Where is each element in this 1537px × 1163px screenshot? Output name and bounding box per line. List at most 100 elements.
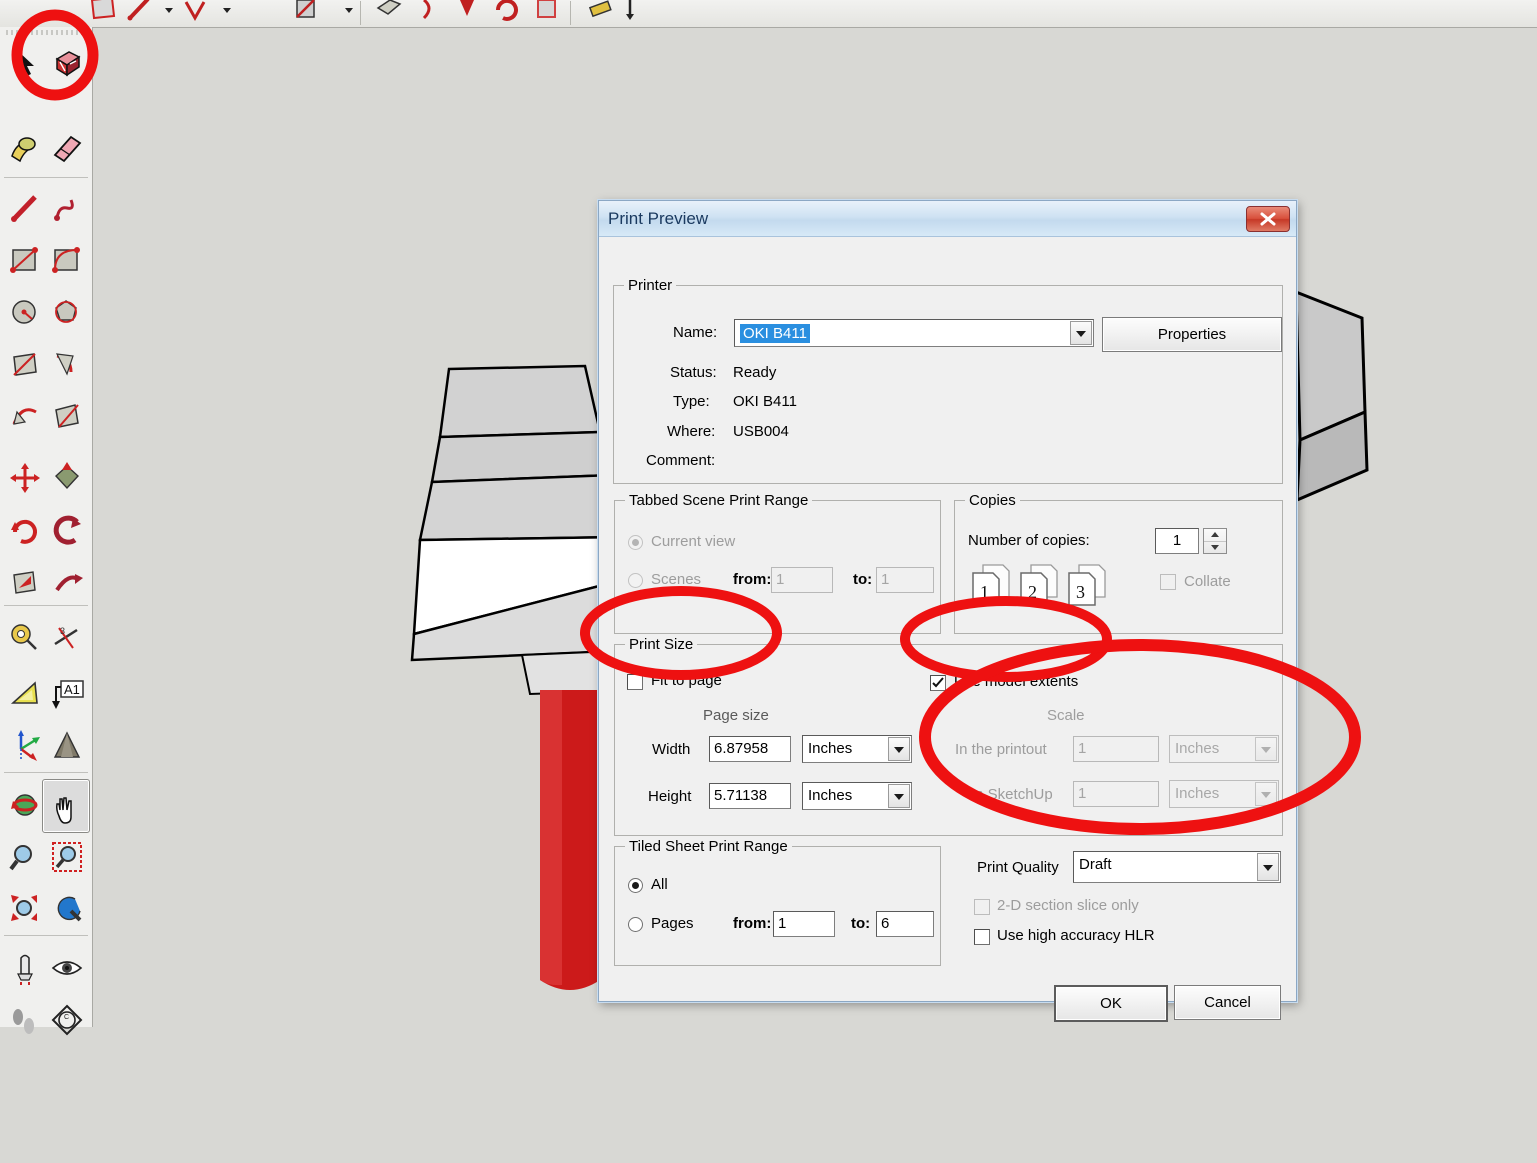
section-slice-checkbox[interactable] — [974, 899, 990, 915]
in-sketchup-input[interactable]: 1 — [1073, 781, 1159, 807]
push-pull-tool-icon[interactable] — [372, 0, 406, 26]
check-icon — [932, 677, 944, 688]
dialog-titlebar[interactable]: Print Preview — [599, 201, 1296, 237]
printer-name-combo[interactable]: OKI B411 — [734, 319, 1094, 347]
sidebar-item-pan-tool[interactable] — [42, 779, 90, 833]
close-icon[interactable] — [1246, 206, 1290, 232]
sidebar-item-previous-view-tool[interactable] — [44, 883, 90, 935]
radio-scenes[interactable] — [628, 573, 643, 588]
in-printout-input[interactable]: 1 — [1073, 736, 1159, 762]
sidebar-item-paint-bucket-tool[interactable] — [44, 37, 90, 89]
sidebar-item-look-around-tool[interactable] — [44, 942, 90, 994]
tiled-from-input[interactable]: 1 — [773, 911, 835, 937]
sidebar-item-dimension-tool[interactable]: 3 — [44, 612, 90, 664]
print-size-group-label: Print Size — [625, 636, 698, 653]
sidebar-item-axes-tool[interactable] — [2, 719, 48, 771]
sidebar-item-push-pull-red-tool[interactable] — [2, 556, 48, 608]
sidebar-item-line-tool[interactable] — [2, 182, 48, 234]
radio-pages-range[interactable] — [628, 917, 643, 932]
fit-to-page-checkbox[interactable] — [627, 674, 643, 690]
scale-tool-icon[interactable] — [530, 0, 564, 26]
number-of-copies-input[interactable]: 1 — [1155, 528, 1199, 554]
ok-button[interactable]: OK — [1054, 985, 1168, 1022]
chevron-down-icon[interactable] — [1255, 782, 1277, 806]
rectangle-tool-icon[interactable] — [86, 0, 120, 26]
sidebar-item-scale-red-tool[interactable] — [44, 556, 90, 608]
follow-me-tool-icon[interactable] — [450, 0, 484, 26]
sidebar-item-offset-tool[interactable] — [44, 338, 90, 390]
sidebar-item-scale-tool[interactable] — [44, 390, 90, 442]
chevron-down-icon[interactable] — [888, 784, 910, 808]
properties-button[interactable]: Properties — [1102, 317, 1282, 352]
toolbar-separator — [360, 1, 361, 25]
sidebar-item-follow-me-tool[interactable] — [2, 390, 48, 442]
chevron-down-icon[interactable] — [1257, 853, 1279, 881]
sidebar-item-protractor-tool[interactable] — [2, 667, 48, 719]
sidebar-item-3d-text-tool[interactable] — [44, 719, 90, 771]
chevron-down-icon[interactable] — [1070, 321, 1092, 345]
in-sketchup-units-combo[interactable]: Inches — [1169, 780, 1279, 808]
chevron-down-icon[interactable] — [1255, 737, 1277, 761]
copies-spinner[interactable] — [1203, 528, 1227, 554]
scenes-to-input[interactable]: 1 — [876, 567, 934, 593]
high-accuracy-hlr-checkbox[interactable] — [974, 929, 990, 945]
tiled-to-value: 6 — [881, 915, 890, 932]
spinner-down-icon[interactable] — [1204, 541, 1226, 553]
scale-icon — [47, 396, 87, 436]
sidebar-item-polygon-tool[interactable] — [44, 286, 90, 338]
sidebar-item-eraser-pink-tool[interactable] — [44, 122, 90, 174]
pages-range-label: Pages — [651, 915, 694, 932]
footprints-icon — [5, 1000, 45, 1040]
sidebar-item-move-tool[interactable] — [2, 452, 48, 504]
printer-where-value: USB004 — [733, 423, 789, 440]
collate-checkbox[interactable] — [1160, 574, 1176, 590]
chevron-down-icon[interactable] — [888, 737, 910, 761]
shapes-tool-icon[interactable] — [288, 0, 322, 26]
sidebar-item-zoom-extents-tool[interactable] — [2, 883, 48, 935]
left-tool-palette[interactable]: 3 A1 C — [0, 27, 93, 1036]
follow-me-red-icon — [47, 510, 87, 550]
radio-all-pages[interactable] — [628, 878, 643, 893]
sidebar-item-follow-me-red-tool[interactable] — [44, 504, 90, 556]
sidebar-item-position-camera-tool[interactable] — [2, 942, 48, 994]
radio-current-view[interactable] — [628, 535, 643, 550]
arc-tool-icon[interactable] — [178, 0, 212, 26]
cancel-button[interactable]: Cancel — [1174, 985, 1281, 1020]
sidebar-item-rotate-tool[interactable] — [44, 452, 90, 504]
sketchup-drawing-canvas[interactable]: 3 A1 C Print Preview Printer Name: OKI B… — [0, 0, 1537, 1163]
sidebar-item-text-tool[interactable]: A1 — [44, 667, 90, 719]
print-quality-combo[interactable]: Draft — [1073, 851, 1281, 883]
toolbar-grip[interactable] — [6, 30, 86, 35]
sidebar-item-rectangle-tool[interactable] — [2, 234, 48, 286]
scenes-from-input[interactable]: 1 — [771, 567, 833, 593]
sidebar-item-tape-measure-tool[interactable] — [2, 612, 48, 664]
sidebar-item-walk-tool[interactable] — [2, 994, 48, 1046]
dimension-tool-icon[interactable] — [620, 0, 654, 26]
offset-tool-icon[interactable] — [412, 0, 446, 26]
sidebar-item-zoom-window-tool[interactable] — [44, 831, 90, 883]
height-input[interactable]: 5.71138 — [709, 783, 791, 809]
pencil-tool-icon[interactable] — [122, 0, 156, 26]
sidebar-item-rotate-red-tool[interactable] — [2, 504, 48, 556]
sidebar-item-select-arrow-tool[interactable] — [2, 37, 48, 89]
chevron-down-icon-2[interactable] — [210, 0, 244, 26]
tape-measure-tool-icon[interactable] — [584, 0, 618, 26]
sidebar-item-arc-tool[interactable] — [44, 234, 90, 286]
sidebar-item-zoom-tool[interactable] — [2, 831, 48, 883]
sidebar-item-circle-tool[interactable] — [2, 286, 48, 338]
sidebar-item-push-pull-tool[interactable] — [2, 338, 48, 390]
tiled-from-label: from: — [733, 915, 772, 932]
width-input[interactable]: 6.87958 — [709, 736, 791, 762]
in-printout-units-combo[interactable]: Inches — [1169, 735, 1279, 763]
sidebar-item-section-plane-tool[interactable]: C — [44, 994, 90, 1046]
sidebar-item-freehand-tool[interactable] — [44, 182, 90, 234]
rotate-tool-icon[interactable] — [490, 0, 524, 26]
top-toolbar[interactable] — [0, 0, 1537, 28]
height-units-combo[interactable]: Inches — [802, 782, 912, 810]
print-preview-dialog[interactable]: Print Preview Printer Name: OKI B411 Pro… — [598, 200, 1297, 1022]
width-units-combo[interactable]: Inches — [802, 735, 912, 763]
sidebar-item-eraser-tool[interactable] — [2, 122, 48, 174]
use-model-extents-checkbox[interactable] — [930, 675, 946, 691]
tiled-to-input[interactable]: 6 — [876, 911, 934, 937]
tiled-from-value: 1 — [778, 915, 787, 932]
